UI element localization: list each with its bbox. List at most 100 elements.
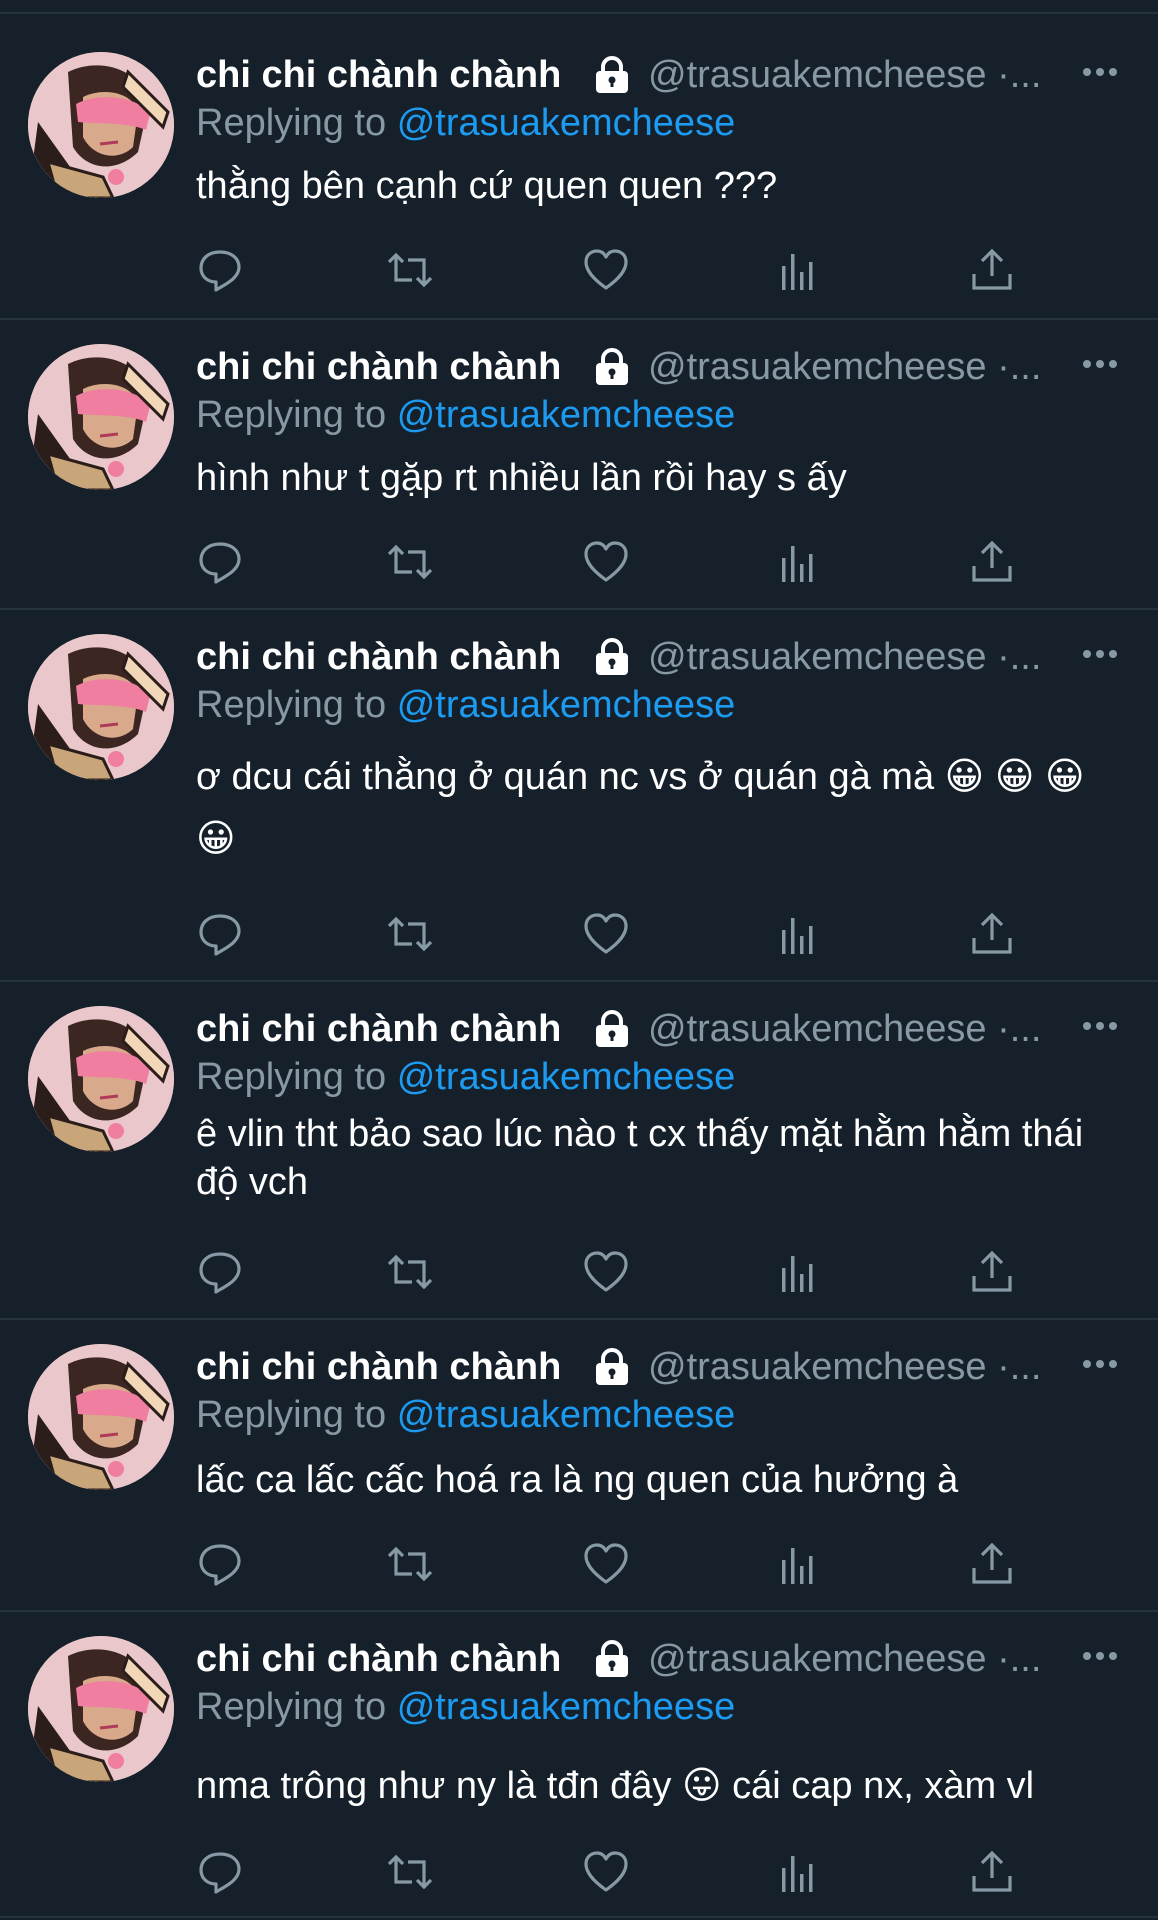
avatar[interactable] (28, 634, 174, 780)
reply-mention-link[interactable]: @trasuakemcheese (397, 394, 736, 436)
reply-button[interactable] (196, 246, 244, 294)
replying-to-line: Replying to @trasuakemcheese (196, 1394, 735, 1437)
tweet-text: thằng bên cạnh cứ quen quen ??? (196, 165, 778, 207)
lock-icon (596, 348, 628, 385)
tweet-header: chi chi chành chành @trasuakemcheese ·..… (196, 1634, 1126, 1682)
avatar-image (28, 1006, 174, 1152)
share-icon (972, 1250, 1012, 1292)
stats-button[interactable] (774, 246, 822, 294)
display-name[interactable]: chi chi chành chành (196, 346, 561, 389)
user-handle[interactable]: @trasuakemcheese ·... (648, 636, 1041, 679)
stats-button[interactable] (774, 538, 822, 586)
replying-to-line: Replying to @trasuakemcheese (196, 394, 735, 437)
avatar-image (28, 344, 174, 490)
share-button[interactable] (968, 538, 1016, 586)
more-icon[interactable] (1080, 352, 1120, 376)
replying-to-line: Replying to @trasuakemcheese (196, 102, 735, 145)
reply-mention-link[interactable]: @trasuakemcheese (397, 1686, 736, 1728)
display-name[interactable]: chi chi chành chành (196, 1346, 561, 1389)
reply-icon (199, 250, 241, 292)
tweet-text: ơ dcu cái thằng ở quán nc vs ở quán gà m… (196, 756, 1085, 860)
retweet-button[interactable] (386, 1848, 434, 1896)
like-button[interactable] (582, 1248, 630, 1296)
share-button[interactable] (968, 1540, 1016, 1588)
retweet-button[interactable] (386, 1248, 434, 1296)
tweet-header: chi chi chành chành @trasuakemcheese ·..… (196, 1342, 1126, 1390)
heart-icon (584, 1851, 628, 1892)
share-icon (972, 1542, 1012, 1584)
heart-icon (584, 541, 628, 582)
lock-icon (596, 1348, 628, 1385)
retweet-button[interactable] (386, 1540, 434, 1588)
tweet[interactable]: chi chi chành chành @trasuakemcheese ·..… (0, 14, 1158, 320)
stats-icon (782, 1856, 813, 1892)
tweet[interactable]: chi chi chành chành @trasuakemcheese ·..… (0, 610, 1158, 982)
heart-icon (584, 249, 628, 290)
more-icon[interactable] (1080, 642, 1120, 666)
stats-button[interactable] (774, 910, 822, 958)
user-handle[interactable]: @trasuakemcheese ·... (648, 54, 1041, 97)
reply-icon (199, 1852, 241, 1894)
reply-button[interactable] (196, 1848, 244, 1896)
replying-to-line: Replying to @trasuakemcheese (196, 1686, 735, 1729)
share-icon (972, 248, 1012, 290)
stats-button[interactable] (774, 1540, 822, 1588)
share-icon (972, 1850, 1012, 1892)
retweet-button[interactable] (386, 246, 434, 294)
user-handle[interactable]: @trasuakemcheese ·... (648, 1008, 1041, 1051)
more-icon[interactable] (1080, 60, 1120, 84)
reply-icon (199, 1544, 241, 1586)
more-icon[interactable] (1080, 1014, 1120, 1038)
retweet-button[interactable] (386, 910, 434, 958)
share-button[interactable] (968, 910, 1016, 958)
stats-button[interactable] (774, 1848, 822, 1896)
avatar[interactable] (28, 52, 174, 198)
reply-mention-link[interactable]: @trasuakemcheese (397, 1394, 736, 1436)
avatar[interactable] (28, 1636, 174, 1782)
retweet-icon (387, 544, 433, 580)
user-handle[interactable]: @trasuakemcheese ·... (648, 1638, 1041, 1681)
reply-mention-link[interactable]: @trasuakemcheese (397, 684, 736, 726)
like-button[interactable] (582, 246, 630, 294)
like-button[interactable] (582, 910, 630, 958)
reply-mention-link[interactable]: @trasuakemcheese (397, 102, 736, 144)
like-button[interactable] (582, 1540, 630, 1588)
display-name[interactable]: chi chi chành chành (196, 54, 561, 97)
share-button[interactable] (968, 1248, 1016, 1296)
display-name[interactable]: chi chi chành chành (196, 1008, 561, 1051)
lock-icon (596, 1010, 628, 1047)
lock-icon (596, 1640, 628, 1677)
reply-mention-link[interactable]: @trasuakemcheese (397, 1056, 736, 1098)
avatar-image (28, 1636, 174, 1782)
like-button[interactable] (582, 538, 630, 586)
replying-to-line: Replying to @trasuakemcheese (196, 1056, 735, 1099)
tweet[interactable]: chi chi chành chành @trasuakemcheese ·..… (0, 1320, 1158, 1612)
tweet-actions (196, 1248, 1016, 1298)
replying-to-label: Replying to (196, 1686, 387, 1728)
stats-icon (782, 1256, 813, 1292)
stats-button[interactable] (774, 1248, 822, 1296)
like-button[interactable] (582, 1848, 630, 1896)
avatar[interactable] (28, 1344, 174, 1490)
reply-button[interactable] (196, 910, 244, 958)
display-name[interactable]: chi chi chành chành (196, 636, 561, 679)
display-name[interactable]: chi chi chành chành (196, 1638, 561, 1681)
retweet-button[interactable] (386, 538, 434, 586)
tweet[interactable]: chi chi chành chành @trasuakemcheese ·..… (0, 320, 1158, 610)
more-icon[interactable] (1080, 1644, 1120, 1668)
share-button[interactable] (968, 246, 1016, 294)
reply-button[interactable] (196, 1540, 244, 1588)
retweet-icon (387, 1546, 433, 1582)
user-handle[interactable]: @trasuakemcheese ·... (648, 1346, 1041, 1389)
tweet-text: hình như t gặp rt nhiều lần rồi hay s ấy (196, 457, 847, 499)
user-handle[interactable]: @trasuakemcheese ·... (648, 346, 1041, 389)
more-icon[interactable] (1080, 1352, 1120, 1376)
retweet-icon (387, 252, 433, 288)
avatar[interactable] (28, 344, 174, 490)
tweet[interactable]: chi chi chành chành @trasuakemcheese ·..… (0, 1612, 1158, 1918)
avatar[interactable] (28, 1006, 174, 1152)
share-button[interactable] (968, 1848, 1016, 1896)
reply-button[interactable] (196, 1248, 244, 1296)
reply-button[interactable] (196, 538, 244, 586)
tweet[interactable]: chi chi chành chành @trasuakemcheese ·..… (0, 982, 1158, 1320)
